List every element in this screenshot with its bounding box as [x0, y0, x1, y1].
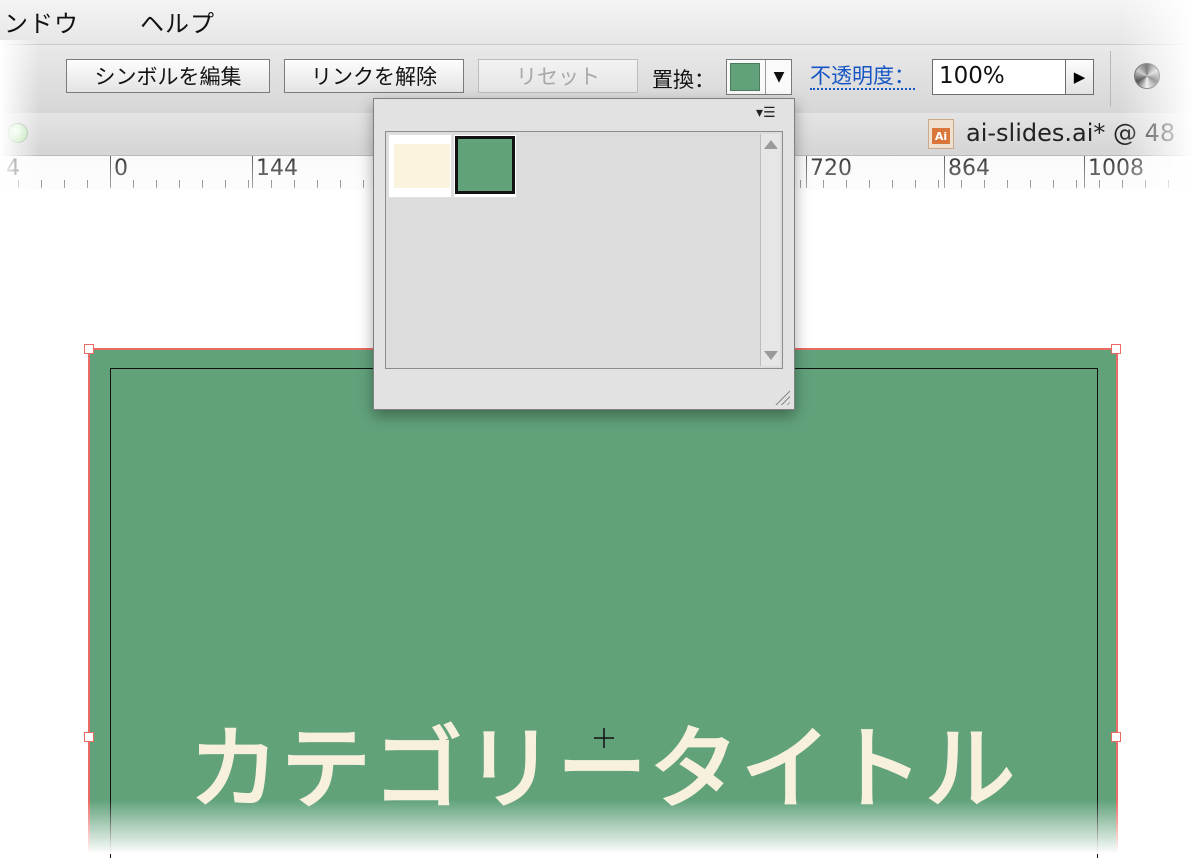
replace-label: 置換：	[652, 68, 715, 92]
swatch-cream[interactable]	[388, 134, 452, 198]
dropdown-arrow-icon[interactable]: ▼	[765, 60, 792, 94]
swatch-list[interactable]	[385, 131, 783, 369]
swatch-cream-fill	[394, 144, 450, 188]
opacity-input[interactable]: 100%	[932, 59, 1066, 95]
reset-button[interactable]: リセット	[478, 59, 638, 93]
selection-handle-top-left[interactable]	[84, 344, 94, 354]
center-point-icon	[594, 728, 614, 748]
menu-item-window[interactable]: ンドウ	[4, 4, 79, 39]
ai-file-icon: Ai	[928, 119, 954, 149]
break-link-button[interactable]: リンクを解除	[284, 59, 464, 93]
scroll-down-icon[interactable]	[764, 351, 778, 360]
edit-symbol-button[interactable]: シンボルを編集	[66, 59, 270, 93]
swatch-green-selected[interactable]	[453, 134, 517, 198]
symbol-swatch-popup[interactable]: ▾☰	[373, 98, 795, 410]
menu-item-help[interactable]: ヘルプ	[140, 4, 215, 39]
edge-fade	[0, 800, 1194, 854]
toolbar-divider	[1110, 51, 1111, 107]
menu-bar: ンドウ ヘルプ	[0, 0, 1194, 44]
opacity-arrow-icon[interactable]: ▶	[1066, 59, 1094, 95]
opacity-label-link[interactable]: 不透明度：	[810, 64, 915, 90]
panel-menu-icon[interactable]: ▾☰	[756, 105, 786, 125]
replace-symbol-dropdown[interactable]: ▼	[726, 59, 792, 95]
ai-file-badge: Ai	[932, 128, 950, 144]
scroll-up-icon[interactable]	[764, 140, 778, 149]
selected-swatch-chip	[730, 63, 760, 91]
resize-grip-icon[interactable]	[772, 387, 790, 405]
selection-handle-top-right[interactable]	[1111, 344, 1121, 354]
scrollbar[interactable]	[760, 134, 780, 366]
swatch-green-fill	[455, 136, 515, 194]
